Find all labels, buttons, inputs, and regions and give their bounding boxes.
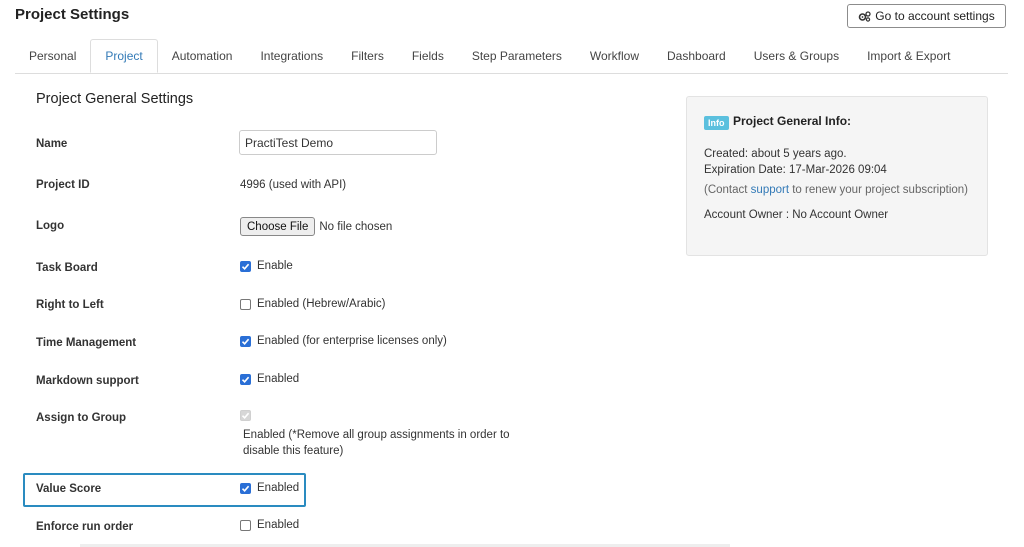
tab-dashboard[interactable]: Dashboard (653, 39, 740, 73)
task-board-label: Task Board (36, 262, 98, 274)
task-board-checkbox[interactable] (240, 260, 251, 272)
rtl-checkbox[interactable] (240, 298, 251, 310)
tab-fields[interactable]: Fields (398, 39, 458, 73)
name-input[interactable] (239, 130, 437, 155)
checkmark-icon (241, 485, 250, 492)
tab-step-parameters[interactable]: Step Parameters (458, 39, 576, 73)
enforce-run-order-label: Enforce run order (36, 521, 134, 533)
expiration-text: Expiration Date: 17-Mar-2026 09:04 (704, 164, 887, 176)
page-title: Project Settings (15, 6, 130, 23)
checkmark-icon (241, 263, 250, 270)
checkmark-icon (241, 376, 250, 383)
enforce-run-order-checkbox[interactable] (240, 519, 251, 531)
logo-label: Logo (36, 220, 65, 232)
tab-personal[interactable]: Personal (15, 39, 90, 73)
checkmark-icon (241, 338, 250, 345)
project-info-panel: Info Project General Info: Created: abou… (686, 96, 988, 256)
time-management-text: Enabled (for enterprise licenses only) (257, 335, 447, 347)
gears-icon (858, 10, 871, 22)
created-text: Created: about 5 years ago. (704, 148, 847, 160)
file-status: No file chosen (319, 220, 393, 233)
task-board-option: Enable (240, 260, 293, 272)
project-id-value: 4996 (used with API) (240, 179, 347, 191)
task-board-text: Enable (257, 260, 293, 272)
tab-automation[interactable]: Automation (158, 39, 247, 73)
tab-users-groups[interactable]: Users & Groups (740, 39, 853, 73)
tab-project[interactable]: Project (90, 39, 158, 73)
value-score-checkbox[interactable] (240, 482, 251, 494)
tab-integrations[interactable]: Integrations (246, 39, 337, 73)
tab-workflow[interactable]: Workflow (576, 39, 653, 73)
account-settings-label: Go to account settings (875, 9, 995, 23)
assign-group-option (240, 410, 257, 421)
markdown-text: Enabled (257, 373, 300, 385)
rtl-option: Enabled (Hebrew/Arabic) (240, 298, 385, 310)
contact-prefix: (Contact (704, 184, 751, 196)
account-settings-button[interactable]: Go to account settings (847, 4, 1006, 28)
time-management-option: Enabled (for enterprise licenses only) (240, 335, 447, 347)
assign-group-text: Enabled (*Remove all group assignments i… (243, 429, 510, 457)
contact-text: (Contact support to renew your project s… (704, 184, 968, 196)
checkmark-icon (241, 412, 250, 419)
time-management-checkbox[interactable] (240, 335, 251, 347)
project-id-label: Project ID (36, 179, 90, 191)
enforce-run-order-text: Enabled (257, 519, 300, 531)
assign-group-label: Assign to Group (36, 412, 127, 424)
markdown-label: Markdown support (36, 375, 139, 387)
markdown-option: Enabled (240, 373, 299, 385)
rtl-text: Enabled (Hebrew/Arabic) (257, 298, 386, 310)
support-link[interactable]: support (751, 184, 789, 196)
value-score-option: Enabled (240, 482, 299, 494)
logo-file-picker: Choose File No file chosen (240, 217, 392, 236)
tab-filters[interactable]: Filters (337, 39, 398, 73)
contact-suffix: to renew your project subscription) (789, 184, 968, 196)
name-label: Name (36, 138, 68, 150)
value-score-text: Enabled (257, 482, 300, 494)
choose-file-button[interactable]: Choose File (240, 217, 316, 236)
markdown-checkbox[interactable] (240, 373, 251, 385)
assign-group-checkbox (240, 410, 251, 421)
section-title: Project General Settings (36, 91, 194, 107)
time-management-label: Time Management (36, 337, 137, 349)
enforce-run-order-option: Enabled (240, 519, 299, 531)
value-score-label: Value Score (36, 483, 102, 495)
info-title: Project General Info: (733, 114, 852, 128)
settings-tabs: Personal Project Automation Integrations… (15, 39, 1008, 74)
rtl-label: Right to Left (36, 299, 104, 311)
account-owner-text: Account Owner : No Account Owner (704, 209, 889, 221)
tab-import-export[interactable]: Import & Export (853, 39, 964, 73)
info-badge: Info (704, 116, 729, 130)
